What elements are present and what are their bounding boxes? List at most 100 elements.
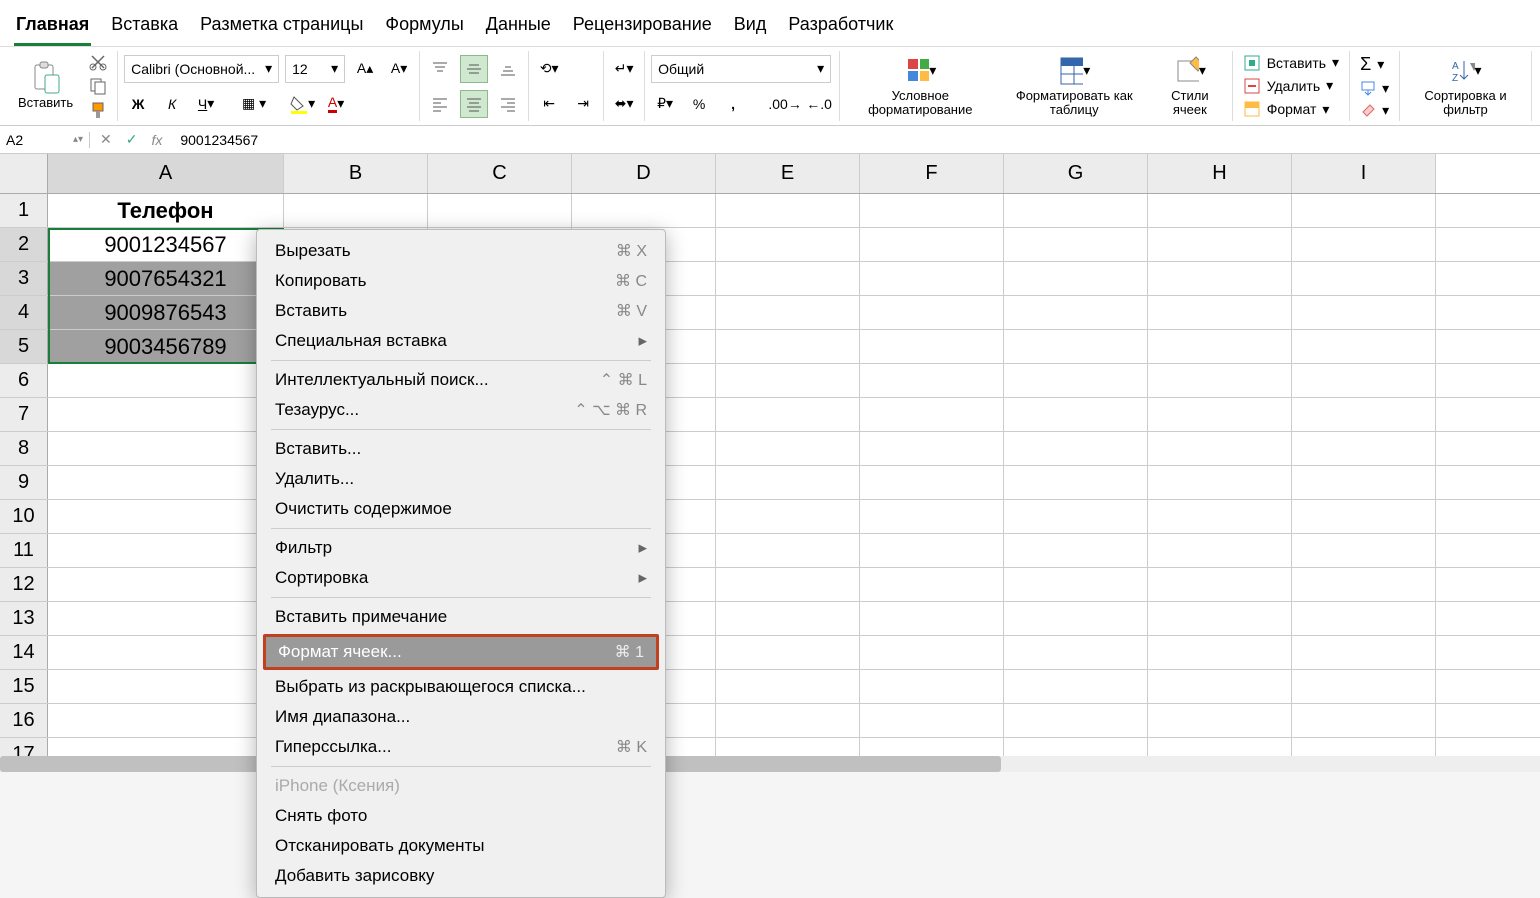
cell[interactable] xyxy=(1004,670,1148,703)
fill-button[interactable]: ▾ xyxy=(1356,78,1393,99)
cell[interactable] xyxy=(1292,262,1436,295)
align-middle-icon[interactable] xyxy=(460,55,488,83)
cell[interactable] xyxy=(1004,500,1148,533)
cell[interactable] xyxy=(1004,330,1148,363)
cell[interactable] xyxy=(1148,466,1292,499)
cell[interactable] xyxy=(1292,432,1436,465)
cell[interactable] xyxy=(1292,228,1436,261)
formula-input[interactable]: 9001234567 xyxy=(172,132,266,148)
ctx-hyperlink[interactable]: Гиперссылка...⌘ K xyxy=(257,732,665,762)
align-right-icon[interactable] xyxy=(494,90,522,118)
cell[interactable] xyxy=(716,194,860,227)
cell[interactable]: 9003456789 xyxy=(48,330,284,363)
cut-icon[interactable] xyxy=(85,51,111,73)
tab-home[interactable]: Главная xyxy=(14,8,91,46)
cell[interactable] xyxy=(1292,704,1436,737)
cell[interactable] xyxy=(48,602,284,635)
cell[interactable] xyxy=(716,568,860,601)
column-header[interactable]: I xyxy=(1292,154,1436,193)
ctx-filter[interactable]: Фильтр▸ xyxy=(257,533,665,563)
cell[interactable] xyxy=(1004,602,1148,635)
cell[interactable] xyxy=(1148,670,1292,703)
cell[interactable] xyxy=(1292,296,1436,329)
align-left-icon[interactable] xyxy=(426,90,454,118)
insert-cells-button[interactable]: Вставить ▾ xyxy=(1239,52,1343,74)
cell[interactable] xyxy=(1148,296,1292,329)
decrease-font-icon[interactable]: A▾ xyxy=(385,55,413,83)
cell[interactable] xyxy=(1292,670,1436,703)
row-header[interactable]: 15 xyxy=(0,670,48,703)
cell[interactable] xyxy=(716,262,860,295)
column-header[interactable]: A xyxy=(48,154,284,193)
cell[interactable] xyxy=(1148,194,1292,227)
increase-decimal-icon[interactable]: .00→ xyxy=(771,90,799,118)
cell[interactable] xyxy=(716,500,860,533)
percent-button[interactable]: % xyxy=(685,90,713,118)
cell[interactable] xyxy=(1292,194,1436,227)
ctx-paste[interactable]: Вставить⌘ V xyxy=(257,296,665,326)
cell[interactable] xyxy=(860,432,1004,465)
cell[interactable] xyxy=(1004,398,1148,431)
cell[interactable] xyxy=(1004,262,1148,295)
cell[interactable] xyxy=(48,704,284,737)
cell[interactable] xyxy=(1292,466,1436,499)
ctx-comment[interactable]: Вставить примечание xyxy=(257,602,665,632)
decrease-decimal-icon[interactable]: ←.0 xyxy=(805,90,833,118)
cell[interactable] xyxy=(48,500,284,533)
cell[interactable] xyxy=(1148,500,1292,533)
cell[interactable] xyxy=(1292,364,1436,397)
cell[interactable] xyxy=(1148,602,1292,635)
cell[interactable] xyxy=(860,568,1004,601)
cell[interactable] xyxy=(716,364,860,397)
column-header[interactable]: F xyxy=(860,154,1004,193)
cell[interactable] xyxy=(860,296,1004,329)
cell[interactable] xyxy=(860,330,1004,363)
cell[interactable] xyxy=(716,228,860,261)
cell[interactable] xyxy=(1004,228,1148,261)
ctx-cut[interactable]: Вырезать⌘ X xyxy=(257,236,665,266)
currency-button[interactable]: ₽▾ xyxy=(651,90,679,118)
cell[interactable] xyxy=(1148,262,1292,295)
cell[interactable] xyxy=(716,296,860,329)
paste-button[interactable]: Вставить xyxy=(14,60,77,112)
cell[interactable] xyxy=(1148,228,1292,261)
ctx-take-photo[interactable]: Снять фото xyxy=(257,801,665,831)
column-header[interactable]: H xyxy=(1148,154,1292,193)
decrease-indent-icon[interactable]: ⇤ xyxy=(535,90,563,118)
cell[interactable] xyxy=(48,432,284,465)
ctx-dropdown-list[interactable]: Выбрать из раскрывающегося списка... xyxy=(257,672,665,702)
ctx-scan-documents[interactable]: Отсканировать документы xyxy=(257,831,665,861)
cell[interactable] xyxy=(1004,296,1148,329)
cell[interactable] xyxy=(860,534,1004,567)
cell[interactable] xyxy=(48,466,284,499)
number-format-select[interactable]: Общий▾ xyxy=(651,55,831,83)
cell[interactable] xyxy=(1292,500,1436,533)
cell[interactable] xyxy=(48,398,284,431)
row-header[interactable]: 14 xyxy=(0,636,48,669)
row-header[interactable]: 13 xyxy=(0,602,48,635)
cell[interactable] xyxy=(48,364,284,397)
comma-button[interactable]: , xyxy=(719,90,747,118)
row-header[interactable]: 2 xyxy=(0,228,48,261)
row-header[interactable]: 7 xyxy=(0,398,48,431)
cell[interactable] xyxy=(716,602,860,635)
cell[interactable] xyxy=(1148,330,1292,363)
merge-button[interactable]: ⬌▾ xyxy=(610,90,638,118)
cell[interactable] xyxy=(1004,466,1148,499)
cell[interactable] xyxy=(716,330,860,363)
delete-cells-button[interactable]: Удалить ▾ xyxy=(1239,75,1343,97)
cell[interactable] xyxy=(860,262,1004,295)
fx-icon[interactable]: fx xyxy=(151,132,162,148)
cell[interactable] xyxy=(860,602,1004,635)
font-size-select[interactable]: 12▾ xyxy=(285,55,345,83)
cell[interactable] xyxy=(860,466,1004,499)
cell[interactable] xyxy=(1004,432,1148,465)
column-header[interactable]: D xyxy=(572,154,716,193)
cell[interactable] xyxy=(1004,568,1148,601)
cell[interactable] xyxy=(860,364,1004,397)
cell[interactable] xyxy=(1148,636,1292,669)
cell[interactable] xyxy=(716,466,860,499)
bold-button[interactable]: Ж xyxy=(124,90,152,118)
copy-icon[interactable] xyxy=(85,75,111,97)
orientation-button[interactable]: ⟲▾ xyxy=(535,55,563,83)
